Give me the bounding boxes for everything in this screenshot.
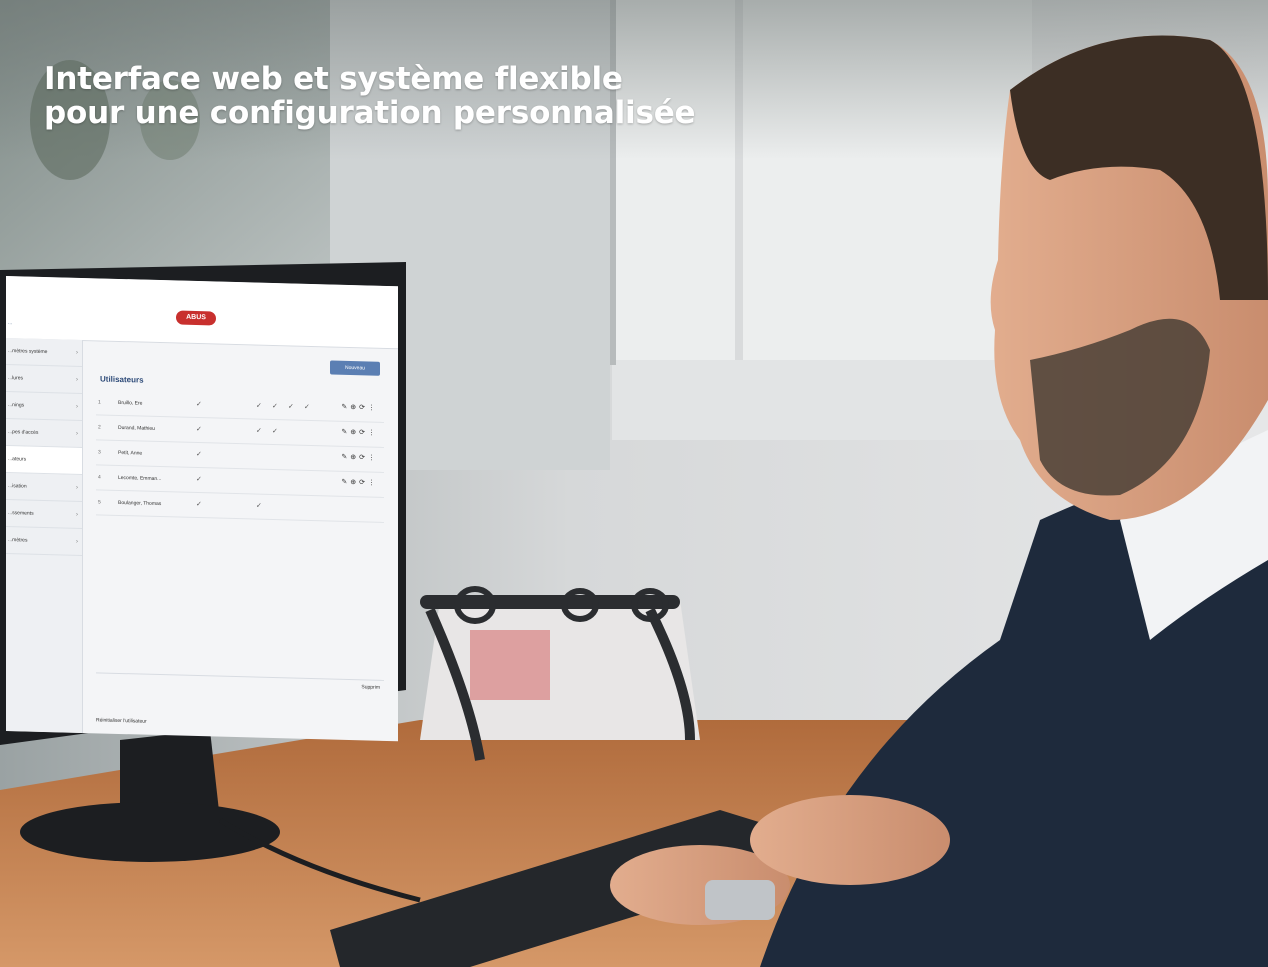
check-icon: ✓: [256, 402, 262, 410]
brand-logo: ABUS: [176, 310, 216, 326]
row-action-icons[interactable]: ✎⊕⟳⋮: [341, 428, 378, 437]
row-number: 3: [98, 449, 101, 456]
main-panel: Nouveau Utilisateurs 1 Bruillo, Ere ✓ ✓ …: [90, 340, 390, 741]
users-table: 1 Bruillo, Ere ✓ ✓ ✓ ✓ ✓ ✎⊕⟳⋮ 2 Durand, …: [96, 390, 384, 523]
sidebar-item-label: ...ateurs: [8, 456, 27, 463]
check-icon: ✓: [256, 427, 262, 435]
check-icon: ✓: [196, 425, 202, 434]
sidebar-item[interactable]: ...ssements ›: [6, 500, 82, 529]
user-name: Boulanger, Thomas: [118, 499, 162, 508]
row-number: 4: [98, 474, 101, 481]
row-action-icons[interactable]: ✎⊕⟳⋮: [341, 478, 378, 487]
row-number: 1: [98, 399, 101, 406]
chevron-right-icon: ›: [76, 511, 78, 518]
chevron-right-icon: ›: [76, 538, 78, 545]
chevron-right-icon: ›: [76, 430, 78, 437]
sidebar-item[interactable]: ...mètres système ›: [6, 338, 82, 367]
chevron-right-icon: ›: [76, 376, 78, 383]
check-icon: ✓: [196, 400, 202, 409]
new-button[interactable]: Nouveau: [330, 360, 380, 376]
window-title: ...: [8, 320, 13, 327]
headline-line-2: pour une configuration personnalisée: [44, 95, 696, 131]
sidebar: ...mètres système › ...lures › ...nings › .…: [6, 338, 83, 734]
chevron-right-icon: ›: [76, 484, 78, 491]
row-number: 5: [98, 499, 101, 506]
sidebar-item[interactable]: ...nings ›: [6, 392, 82, 421]
reset-user-link[interactable]: Réinitialiser l'utilisateur: [96, 717, 147, 724]
check-icon: ✓: [196, 475, 202, 484]
photo-scene: ... ABUS ...mètres système › ...lures › ..…: [0, 0, 1268, 967]
sidebar-item[interactable]: ...pes d'accès ›: [6, 419, 82, 448]
user-name: Petit, Anne: [118, 449, 143, 457]
chevron-right-icon: ›: [76, 349, 78, 356]
sidebar-item-active[interactable]: ...ateurs: [6, 446, 82, 475]
sidebar-item-label: ...lures: [8, 375, 24, 382]
sidebar-item-label: ...mètres: [8, 537, 28, 544]
app-header: ... ABUS: [6, 276, 398, 350]
check-icon: ✓: [272, 427, 278, 436]
check-icon: ✓: [196, 450, 202, 459]
headline: Interface web et système flexible pour u…: [44, 61, 696, 131]
sidebar-item-label: ...nings: [8, 402, 25, 409]
user-name: Lecomte, Emman...: [118, 474, 162, 483]
chevron-right-icon: ›: [76, 403, 78, 410]
delete-button[interactable]: Supprim: [361, 684, 380, 690]
sidebar-item[interactable]: ...mètres ›: [6, 527, 82, 556]
row-number: 2: [98, 424, 101, 431]
sidebar-item-label: ...isation: [8, 483, 27, 490]
monitor-screen: ... ABUS ...mètres système › ...lures › ..…: [6, 276, 398, 742]
check-icon: ✓: [256, 502, 262, 510]
check-icon: ✓: [196, 500, 202, 509]
sidebar-item-label: ...mètres système: [8, 348, 48, 356]
sidebar-item-label: ...pes d'accès: [8, 429, 39, 436]
row-action-icons[interactable]: ✎⊕⟳⋮: [341, 403, 378, 412]
page-title: Utilisateurs: [100, 374, 144, 385]
check-icon: ✓: [304, 403, 310, 411]
table-footer: Supprim: [96, 672, 384, 701]
user-name: Durand, Mathieu: [118, 424, 155, 432]
sidebar-item[interactable]: ...isation ›: [6, 473, 82, 502]
check-icon: ✓: [288, 403, 294, 411]
check-icon: ✓: [272, 402, 278, 411]
sidebar-item-label: ...ssements: [8, 510, 34, 517]
headline-line-1: Interface web et système flexible: [44, 61, 623, 97]
user-name: Bruillo, Ere: [118, 399, 143, 407]
row-action-icons[interactable]: ✎⊕⟳⋮: [341, 453, 378, 462]
sidebar-item[interactable]: ...lures ›: [6, 365, 82, 394]
